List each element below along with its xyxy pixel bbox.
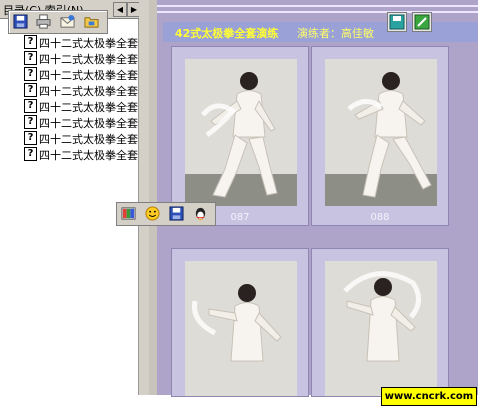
content-viewer: 42式太极拳全套演练 演练者：高佳敏 087 088 (149, 0, 478, 397)
help-topic-icon: ? (24, 99, 37, 113)
content-page: 42式太极拳全套演练 演练者：高佳敏 087 088 (157, 0, 478, 397)
taichi-photo-088[interactable] (325, 59, 437, 206)
taichi-figure-image (325, 261, 437, 396)
watermark-badge: www.cncrk.com (381, 387, 477, 406)
photo-caption: 088 (370, 212, 390, 223)
contents-list: ? 四十二式太极拳全套 ? 四十二式太极拳全套 ? 四十二式太极拳全套 ? 四十二式太极… (24, 34, 138, 162)
taichi-figure-image (185, 261, 297, 396)
app-window: 目录(C) 索引(N) ◀ ▶ ?四十二式太极拳全套 ?四十二式太极拳全套 ?四… (0, 0, 478, 407)
list-item[interactable]: ? 四十二式太极拳全套 (24, 114, 138, 130)
color-image-icon[interactable] (121, 206, 136, 221)
help-topic-icon: ? (24, 147, 37, 161)
photo-frame (171, 248, 309, 397)
print-icon[interactable] (36, 14, 51, 29)
list-item[interactable]: ? 四十二式太极拳全套 (24, 66, 138, 82)
contents-panel: 目录(C) 索引(N) ◀ ▶ ?四十二式太极拳全套 ?四十二式太极拳全套 ?四… (0, 0, 145, 395)
list-item-label: 四十二式太极拳全套 (39, 133, 138, 146)
photo-frame: 088 (311, 46, 449, 226)
folder-icon[interactable] (84, 14, 99, 29)
tab-scroll-left-icon[interactable]: ◀ (113, 2, 127, 17)
taichi-photo-089[interactable] (185, 261, 297, 396)
list-item[interactable]: ? 四十二式太极拳全套 (24, 130, 138, 146)
help-topic-icon: ? (24, 83, 37, 97)
page-stripe (157, 5, 478, 7)
viewer-save-button[interactable] (387, 12, 407, 32)
help-topic-icon: ? (24, 51, 37, 65)
save-icon[interactable] (13, 14, 28, 29)
help-topic-icon: ? (24, 35, 37, 49)
qq-penguin-icon[interactable] (193, 206, 208, 221)
list-item[interactable]: ? 四十二式太极拳全套 (24, 82, 138, 98)
page-title: 42式太极拳全套演练 (175, 27, 279, 40)
list-item-label: 四十二式太极拳全套 (39, 117, 138, 130)
edit-icon (414, 14, 430, 30)
taichi-figure-image (325, 59, 437, 206)
photo-frame (311, 248, 449, 397)
list-item[interactable]: ? 四十二式太极拳全套 (24, 34, 138, 50)
list-item[interactable]: ? 四十二式太极拳全套 (24, 146, 138, 162)
viewer-edit-button[interactable] (412, 12, 432, 32)
list-item-label: 四十二式太极拳全套 (39, 101, 138, 114)
list-item-label: 四十二式太极拳全套 (39, 69, 138, 82)
list-item-label: 四十二式太极拳全套 (39, 149, 138, 162)
help-topic-icon: ? (24, 115, 37, 129)
list-item-label: 四十二式太极拳全套 (39, 85, 138, 98)
list-item[interactable]: ? 四十二式太极拳全套 (24, 98, 138, 114)
list-item-label: 四十二式太极拳全套 (39, 37, 138, 50)
file-toolbar (8, 10, 108, 34)
panel-splitter[interactable] (139, 0, 149, 395)
disk-icon[interactable] (169, 206, 184, 221)
list-item-label: 四十二式太极拳全套 (39, 53, 138, 66)
list-item[interactable]: ? 四十二式太极拳全套 (24, 50, 138, 66)
email-icon[interactable] (60, 14, 75, 29)
performer-label: 演练者：高佳敏 (297, 27, 374, 40)
taichi-photo-090[interactable] (325, 261, 437, 396)
save-icon (389, 14, 405, 30)
help-topic-icon: ? (24, 67, 37, 81)
smiley-icon[interactable] (145, 206, 160, 221)
photo-frame: 087 (171, 46, 309, 226)
share-toolbar (116, 202, 216, 226)
help-topic-icon: ? (24, 131, 37, 145)
taichi-figure-image (185, 59, 297, 206)
taichi-photo-087[interactable] (185, 59, 297, 206)
